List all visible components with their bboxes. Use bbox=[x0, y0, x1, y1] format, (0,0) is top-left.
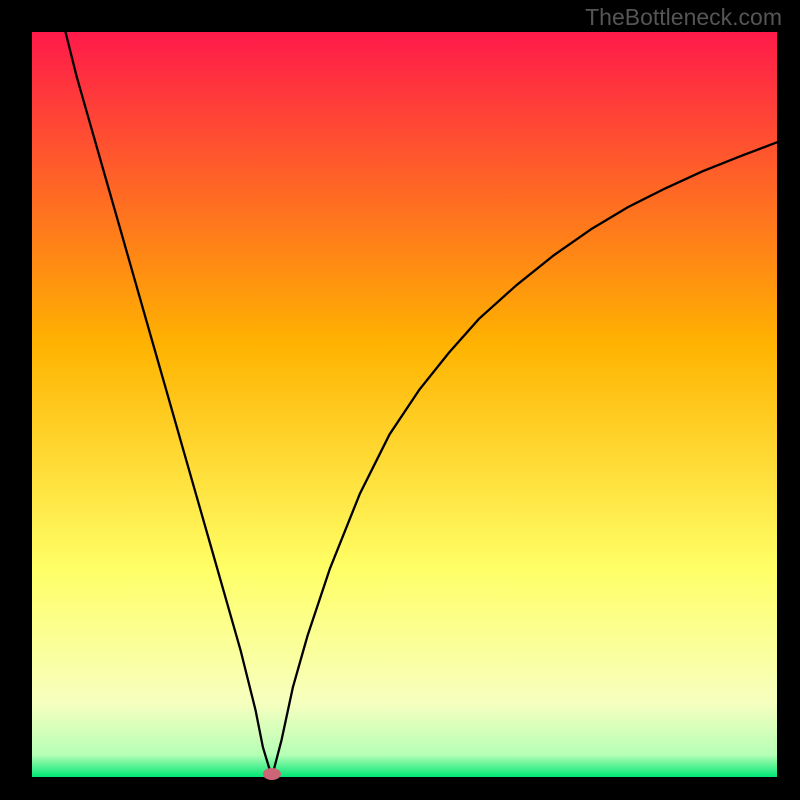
plot-background bbox=[32, 32, 777, 777]
chart-container: TheBottleneck.com bbox=[0, 0, 800, 800]
minimum-marker bbox=[263, 768, 281, 780]
chart-svg bbox=[0, 0, 800, 800]
watermark-text: TheBottleneck.com bbox=[585, 4, 782, 31]
